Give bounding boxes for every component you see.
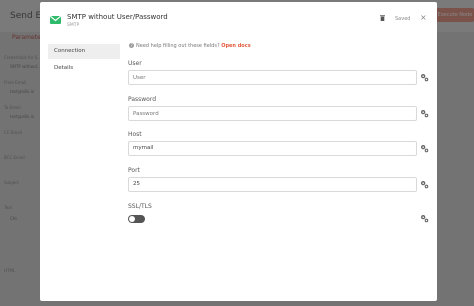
close-icon[interactable]: × <box>420 13 427 23</box>
host-label: Host <box>128 131 142 138</box>
saved-status: Saved <box>395 16 411 22</box>
password-field: Password <box>128 96 430 121</box>
trash-icon[interactable] <box>380 15 385 21</box>
user-input[interactable] <box>128 70 417 85</box>
user-field: User <box>128 60 430 85</box>
toggle-knob <box>129 216 135 222</box>
port-input[interactable]: 25 <box>128 177 417 192</box>
modal-title[interactable]: SMTP without User/Password <box>67 13 168 21</box>
mail-icon <box>50 16 61 24</box>
sidebar-item-connection[interactable]: Connection <box>48 44 120 59</box>
ssl-label: SSL/TLS <box>128 203 152 210</box>
gear-icon[interactable] <box>420 214 429 223</box>
gear-icon[interactable] <box>420 73 429 82</box>
host-field: Host mymail <box>128 131 430 156</box>
gear-icon[interactable] <box>420 180 429 189</box>
gear-icon[interactable] <box>420 144 429 153</box>
credentials-modal: SMTP without User/Password SMTP Saved × … <box>40 2 437 301</box>
help-icon: ? <box>129 43 134 48</box>
modal-header: SMTP without User/Password SMTP Saved × <box>40 2 437 36</box>
password-input[interactable] <box>128 106 417 121</box>
modal-sidebar: Connection Details <box>48 44 120 78</box>
port-field: Port 25 <box>128 167 430 192</box>
help-question: Need help filling out these fields? <box>136 43 220 49</box>
help-text: ? Need help filling out these fields? Ope… <box>129 43 251 49</box>
modal-subtitle: SMTP <box>67 23 80 28</box>
sidebar-item-details[interactable]: Details <box>48 61 120 76</box>
user-label: User <box>128 60 142 67</box>
gear-icon[interactable] <box>420 109 429 118</box>
password-label: Password <box>128 96 157 103</box>
host-input[interactable]: mymail <box>128 141 417 156</box>
port-label: Port <box>128 167 140 174</box>
open-docs-link[interactable]: Open docs <box>221 43 250 49</box>
ssl-field: SSL/TLS <box>128 203 430 223</box>
ssl-toggle[interactable] <box>128 215 145 223</box>
